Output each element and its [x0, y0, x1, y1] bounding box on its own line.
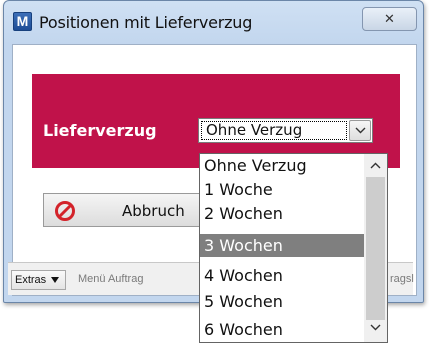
- window-title: Positionen mit Lieferverzug: [39, 13, 253, 32]
- dropdown-option[interactable]: 1 Woche: [200, 178, 364, 201]
- chevron-up-icon[interactable]: [370, 162, 381, 169]
- extras-label: Extras: [15, 274, 47, 286]
- lieferverzug-label: Lieferverzug: [43, 121, 157, 140]
- dropdown-option[interactable]: 3 Wochen: [200, 234, 364, 257]
- dropdown-option[interactable]: 5 Wochen: [200, 290, 364, 313]
- caret-down-icon: [51, 277, 59, 283]
- cancel-button-label: Abbruch: [122, 202, 185, 220]
- status-text: Menü Auftrag: [78, 273, 144, 285]
- title-bar[interactable]: M Positionen mit Lieferverzug ✕: [4, 1, 423, 45]
- status-text-overflow: ragsl: [390, 273, 414, 285]
- dropdown-option[interactable]: Ohne Verzug: [200, 154, 364, 177]
- dropdown-option[interactable]: 2 Wochen: [200, 202, 364, 225]
- dropdown-option[interactable]: 4 Wochen: [200, 264, 364, 287]
- dropdown-scrollbar[interactable]: [364, 154, 387, 342]
- lieferverzug-dropdown-list[interactable]: Ohne Verzug 1 Woche 2 Wochen 3 Wochen 4 …: [199, 153, 388, 343]
- extras-menu-button[interactable]: Extras: [11, 270, 66, 290]
- close-icon: ✕: [384, 11, 395, 26]
- chevron-down-icon: [355, 127, 366, 134]
- lieferverzug-select[interactable]: Ohne Verzug: [198, 118, 373, 143]
- dropdown-option[interactable]: 6 Wochen: [200, 318, 364, 341]
- select-current-value: Ohne Verzug: [201, 121, 347, 140]
- prohibited-icon: [55, 201, 75, 221]
- scrollbar-thumb[interactable]: [366, 177, 385, 320]
- app-icon: M: [13, 12, 32, 31]
- select-dropdown-button[interactable]: [349, 120, 371, 141]
- cancel-button[interactable]: Abbruch: [43, 193, 203, 227]
- close-button[interactable]: ✕: [362, 7, 417, 31]
- chevron-down-icon[interactable]: [370, 324, 381, 331]
